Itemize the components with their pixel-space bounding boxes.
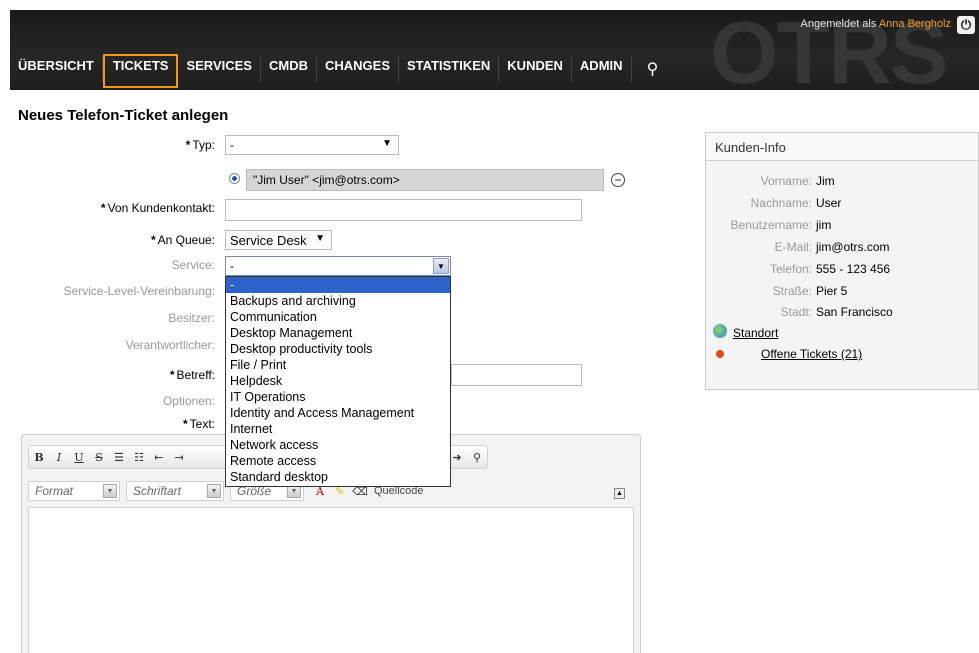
logout-power-icon[interactable]: ⏻ xyxy=(957,16,975,34)
remove-customer-icon[interactable]: − xyxy=(611,173,625,187)
logged-in-info: Angemeldet als Anna Bergholz xyxy=(801,18,951,30)
logged-in-prefix: Angemeldet als xyxy=(800,18,877,30)
service-label: Service: xyxy=(171,258,215,272)
service-option[interactable]: - xyxy=(226,277,450,293)
info-row: Telefon: 555 - 123 456 xyxy=(769,262,891,276)
service-option[interactable]: Network access xyxy=(226,437,450,453)
subject-input[interactable] xyxy=(451,364,582,386)
customer-info-title: Kunden-Info xyxy=(706,133,978,161)
open-tickets-link[interactable]: Offene Tickets (21) xyxy=(761,347,862,361)
search-icon[interactable]: ⚲ xyxy=(632,56,674,82)
open-tickets-dot-icon xyxy=(716,350,724,358)
service-option[interactable]: Standard desktop xyxy=(226,469,450,485)
nav-tickets[interactable]: TICKETS xyxy=(102,54,179,88)
info-row: E-Mail: jim@otrs.com xyxy=(774,240,890,254)
chevron-down-icon: ▼ xyxy=(382,138,392,149)
subject-label: * Betreff: xyxy=(169,368,215,382)
nav-admin[interactable]: ADMIN xyxy=(572,56,632,82)
numbered-list-icon[interactable]: ☰ xyxy=(109,451,129,464)
nav-statistics[interactable]: STATISTIKEN xyxy=(399,56,500,82)
from-customer-input[interactable] xyxy=(225,199,582,221)
nav-services[interactable]: SERVICES xyxy=(178,56,261,82)
format-combo[interactable]: Format ▼ xyxy=(28,481,120,501)
outdent-icon[interactable]: ⇤ xyxy=(149,451,169,464)
bold-icon[interactable]: B xyxy=(29,451,49,464)
customer-chip: "Jim User" <jim@otrs.com> xyxy=(246,169,604,191)
queue-select[interactable]: Service Desk ▼ xyxy=(225,230,332,250)
underline-icon[interactable]: U xyxy=(69,451,89,464)
queue-value: Service Desk xyxy=(230,233,307,248)
chevron-down-icon: ▼ xyxy=(315,233,325,244)
user-name-link[interactable]: Anna Bergholz xyxy=(879,18,951,30)
responsible-label: Verantwortlicher: xyxy=(125,338,215,352)
nav-cmdb[interactable]: CMDB xyxy=(261,56,317,82)
globe-icon xyxy=(713,324,727,338)
nav-customers[interactable]: KUNDEN xyxy=(499,56,572,82)
info-row: Straße: Pier 5 xyxy=(772,284,848,298)
service-select[interactable]: - ▼ xyxy=(225,256,451,276)
italic-icon[interactable]: I xyxy=(49,451,69,464)
font-combo[interactable]: Schriftart ▼ xyxy=(126,481,224,501)
info-row: Nachname: User xyxy=(750,196,842,210)
editor-text-area[interactable] xyxy=(28,507,634,653)
text-label: * Text: xyxy=(182,417,215,431)
service-option[interactable]: Desktop Management xyxy=(226,325,450,341)
info-row: Vorname: Jim xyxy=(760,174,835,188)
sla-label: Service-Level-Vereinbarung: xyxy=(63,284,215,298)
service-option[interactable]: Backups and archiving xyxy=(226,293,450,309)
bullet-list-icon[interactable]: ☷ xyxy=(129,451,149,464)
service-option[interactable]: File / Print xyxy=(226,357,450,373)
main-nav: ÜBERSICHT TICKETS SERVICES CMDB CHANGES … xyxy=(10,54,674,88)
service-option[interactable]: Remote access xyxy=(226,453,450,469)
from-customer-label: * Von Kundenkontakt: xyxy=(100,201,215,215)
location-link[interactable]: Standort xyxy=(733,326,778,340)
info-row: Benutzername: jim xyxy=(730,218,832,232)
type-value: - xyxy=(230,138,234,152)
indent-icon[interactable]: ⇥ xyxy=(169,451,189,464)
nav-changes[interactable]: CHANGES xyxy=(317,56,399,82)
service-option[interactable]: Helpdesk xyxy=(226,373,450,389)
type-label: * Typ: xyxy=(185,138,215,152)
top-header: OTRS Angemeldet als Anna Bergholz ⏻ ÜBER… xyxy=(10,10,979,90)
type-select[interactable]: - ▼ xyxy=(225,135,399,155)
service-option[interactable]: Identity and Access Management xyxy=(226,405,450,421)
service-option[interactable]: IT Operations xyxy=(226,389,450,405)
nav-overview[interactable]: ÜBERSICHT xyxy=(10,56,103,82)
service-option[interactable]: Desktop productivity tools xyxy=(226,341,450,357)
owner-label: Besitzer: xyxy=(168,311,215,325)
service-option[interactable]: Internet xyxy=(226,421,450,437)
info-row: Stadt: San Francisco xyxy=(780,305,893,319)
chevron-down-icon: ▼ xyxy=(207,484,221,498)
service-value: - xyxy=(230,259,234,273)
chevron-down-icon[interactable]: ▼ xyxy=(433,258,449,274)
customer-radio[interactable] xyxy=(229,173,240,184)
page-title: Neues Telefon-Ticket anlegen xyxy=(18,107,229,124)
expand-icon[interactable]: ▲ xyxy=(614,488,625,499)
service-dropdown-list: - Backups and archiving Communication De… xyxy=(225,276,451,487)
options-label: Optionen: xyxy=(162,394,215,408)
service-option[interactable]: Communication xyxy=(226,309,450,325)
strikethrough-icon[interactable]: S xyxy=(89,451,109,464)
find-icon[interactable]: ⚲ xyxy=(467,451,487,464)
queue-label: * An Queue: xyxy=(150,233,215,247)
chevron-down-icon: ▼ xyxy=(103,484,117,498)
